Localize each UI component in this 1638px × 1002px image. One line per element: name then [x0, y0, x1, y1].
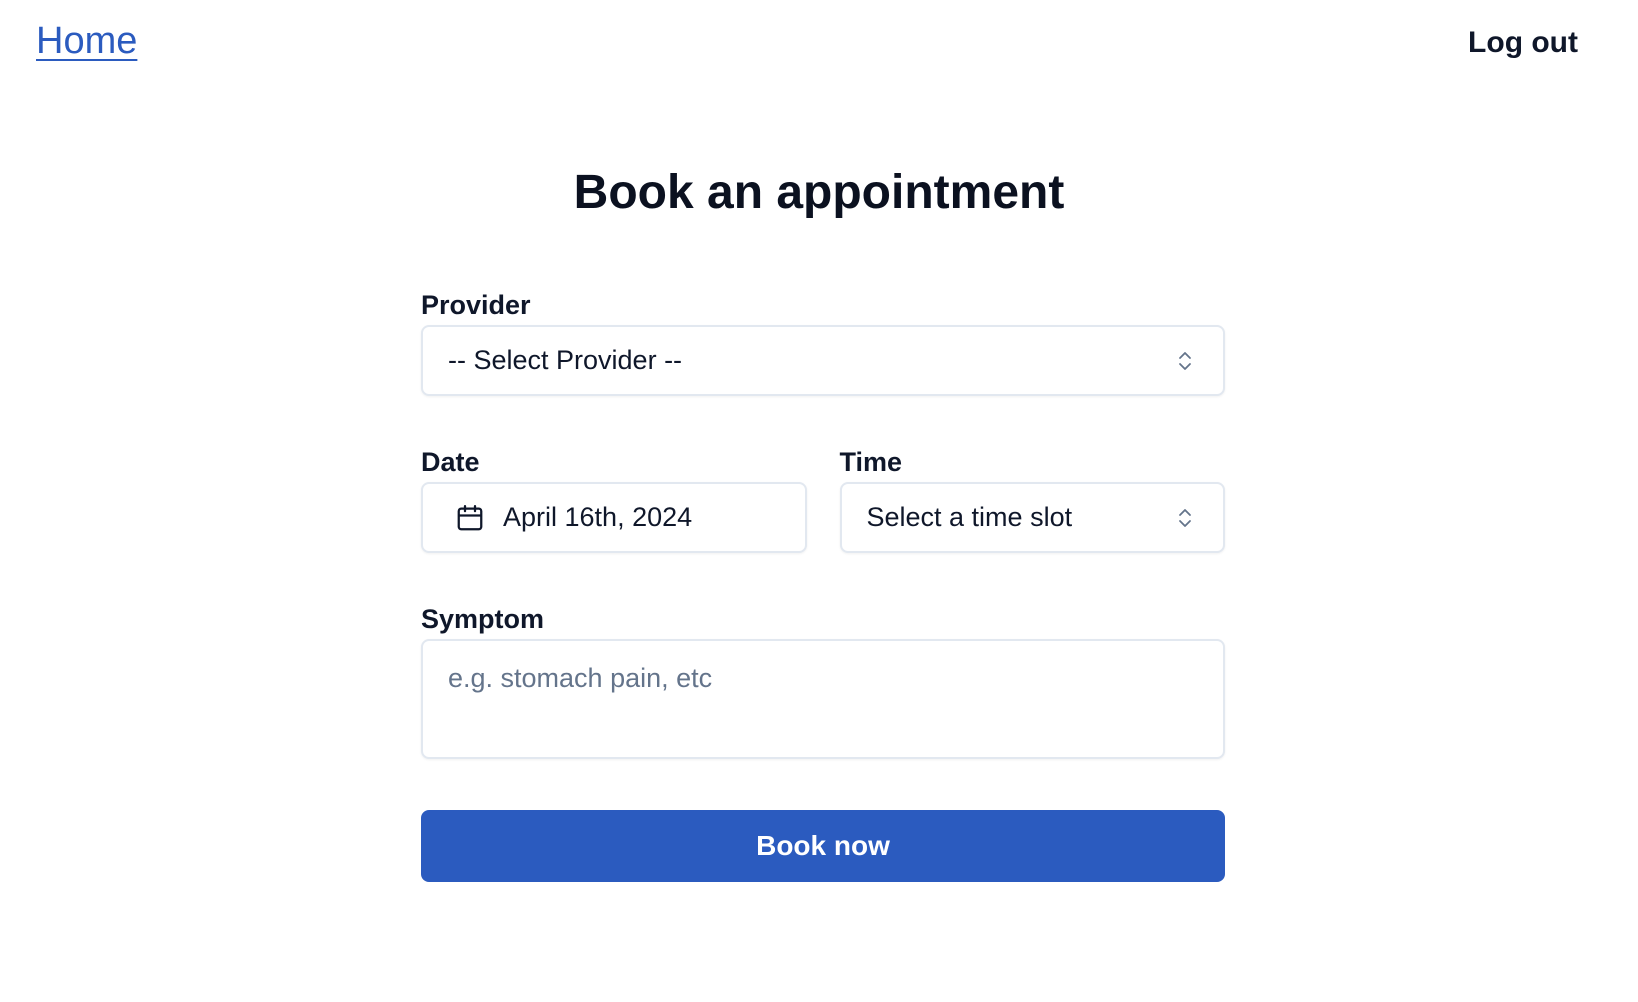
home-link[interactable]: Home [36, 20, 137, 63]
chevron-up-down-icon [1179, 351, 1191, 370]
provider-field-group: Provider -- Select Provider -- [421, 285, 1225, 396]
date-value: April 16th, 2024 [503, 502, 693, 532]
book-now-button[interactable]: Book now [421, 810, 1225, 882]
provider-label: Provider [421, 290, 531, 320]
provider-select-value: -- Select Provider -- [448, 345, 683, 375]
logout-button[interactable]: Log out [1468, 26, 1578, 60]
provider-select[interactable]: -- Select Provider -- [421, 325, 1225, 396]
page-title: Book an appointment [573, 166, 1065, 219]
symptom-field-group: Symptom [421, 599, 1225, 764]
top-navigation: Home Log out [0, 0, 1638, 92]
symptom-label: Symptom [421, 604, 545, 634]
date-label: Date [421, 447, 480, 477]
time-label: Time [839, 447, 903, 477]
date-field-group: Date April 16th, 2024 [421, 442, 807, 553]
chevron-up-down-icon [1179, 508, 1191, 527]
calendar-icon [457, 504, 483, 530]
time-field-group: Time Select a time slot [839, 442, 1225, 553]
date-time-row: Date April 16th, 2024 Time Select a time… [421, 442, 1225, 553]
symptom-textarea[interactable] [421, 639, 1225, 759]
date-picker-button[interactable]: April 16th, 2024 [421, 482, 807, 553]
time-select[interactable]: Select a time slot [839, 482, 1225, 553]
appointment-form: Provider -- Select Provider -- Date Apri… [421, 285, 1225, 882]
time-select-value: Select a time slot [866, 502, 1073, 532]
